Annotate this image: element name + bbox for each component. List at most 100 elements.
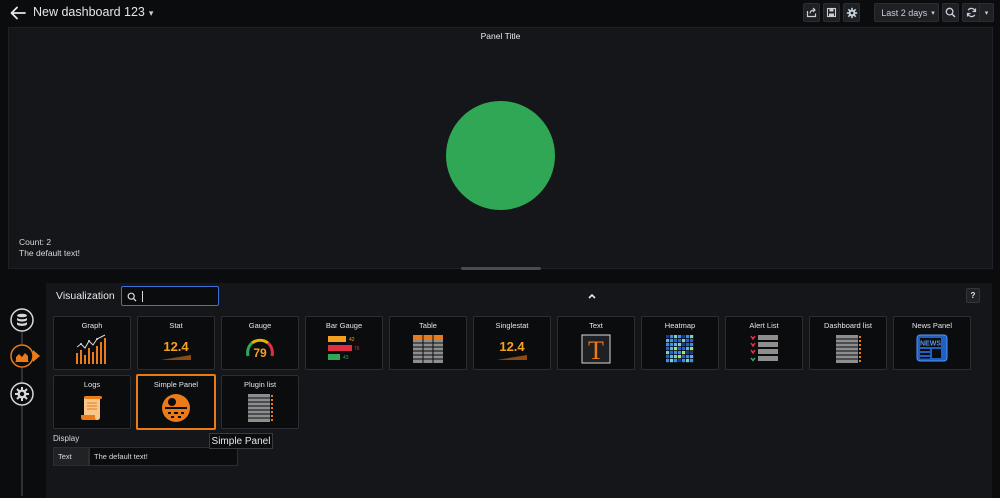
plugin-label: Text	[589, 321, 603, 330]
plugin-card-alert-list[interactable]: Alert List	[725, 316, 803, 370]
queries-tab[interactable]	[10, 308, 34, 332]
heatmap-cell	[686, 351, 690, 355]
panel-default-text: The default text!	[19, 248, 80, 258]
plugin-card-graph[interactable]: Graph	[53, 316, 131, 370]
plugin-card-table[interactable]: Table	[389, 316, 467, 370]
singlestat-icon: 12.4	[495, 337, 529, 363]
singlestat-value-text: 12.4	[499, 339, 525, 354]
visualization-editor: Visualization ? Graph Stat 12.4 Gauge 79…	[46, 283, 992, 498]
graph-icon	[75, 334, 109, 364]
text-cursor	[142, 291, 143, 302]
plugin-card-news-panel[interactable]: News Panel NEWS	[893, 316, 971, 370]
back-arrow-icon[interactable]	[9, 4, 27, 22]
plugin-label: Logs	[83, 380, 101, 389]
heatmap-cell	[670, 339, 674, 343]
text-field-input[interactable]	[89, 447, 238, 466]
visualization-search[interactable]	[121, 286, 219, 306]
plugin-label: Plugin list	[243, 380, 277, 389]
heatmap-cell	[666, 335, 670, 339]
active-tab-indicator	[33, 350, 40, 362]
text-icon: T	[581, 334, 611, 364]
time-range-picker[interactable]: Last 2 days ▾	[874, 3, 939, 22]
chevron-down-icon: ▾	[984, 9, 989, 17]
refresh-icon	[966, 7, 976, 18]
plugin-card-singlestat[interactable]: Singlestat 12.4	[473, 316, 551, 370]
help-button[interactable]: ?	[966, 288, 980, 303]
heatmap-cell	[690, 335, 694, 339]
plugin-label: Stat	[169, 321, 183, 330]
zoom-out-button[interactable]	[942, 3, 959, 22]
plugin-label: Bar Gauge	[325, 321, 363, 330]
heatmap-cell	[682, 347, 686, 351]
text-field-label: Text	[53, 447, 89, 466]
plugin-label: Graph	[81, 321, 103, 330]
heatmap-cell	[682, 335, 686, 339]
heatmap-cell	[690, 355, 694, 359]
plugin-card-plugin-list[interactable]: Plugin list	[221, 375, 299, 429]
heatmap-cell	[682, 339, 686, 343]
panel-title[interactable]: Panel Title	[9, 31, 992, 41]
visualization-heading: Visualization	[56, 290, 115, 302]
plugin-label: Simple Panel	[153, 380, 199, 389]
plugin-label: Dashboard list	[824, 321, 872, 330]
database-icon	[10, 308, 34, 332]
save-icon	[826, 7, 837, 18]
visualization-tab[interactable]	[10, 344, 34, 368]
collapse-chevron-icon[interactable]	[586, 289, 598, 301]
status-circle	[446, 101, 555, 210]
plugin-label: Table	[419, 321, 437, 330]
plugin-card-bar-gauge[interactable]: Bar Gauge 42 76 43	[305, 316, 383, 370]
heatmap-cell	[670, 335, 674, 339]
refresh-button[interactable]	[962, 3, 979, 22]
count-text: Count: 2	[19, 237, 52, 247]
refresh-interval-dropdown[interactable]: ▾	[979, 3, 994, 22]
heatmap-cell	[666, 355, 670, 359]
heatmap-cell	[678, 339, 682, 343]
search-input[interactable]	[141, 289, 217, 304]
heatmap-cell	[670, 359, 674, 363]
plugin-card-simple-panel[interactable]: Simple Panel	[136, 374, 216, 430]
heatmap-cell	[670, 347, 674, 351]
share-button[interactable]	[803, 3, 820, 22]
heatmap-cell	[670, 343, 674, 347]
plugin-label: News Panel	[911, 321, 953, 330]
plugin-label: Alert List	[749, 321, 779, 330]
plugin-card-gauge[interactable]: Gauge 79	[221, 316, 299, 370]
plugin-card-dashboard-list[interactable]: Dashboard list	[809, 316, 887, 370]
plugin-list-icon	[245, 393, 275, 423]
heatmap-cell	[682, 359, 686, 363]
plugin-card-stat[interactable]: Stat 12.4	[137, 316, 215, 370]
heatmap-icon	[665, 334, 695, 364]
heatmap-cell	[678, 351, 682, 355]
heatmap-cell	[674, 335, 678, 339]
heatmap-cell	[690, 343, 694, 347]
save-dashboard-button[interactable]	[823, 3, 840, 22]
dashboard-settings-button[interactable]	[843, 3, 860, 22]
heatmap-cell	[678, 359, 682, 363]
heatmap-cell	[666, 347, 670, 351]
plugin-card-heatmap[interactable]: Heatmap	[641, 316, 719, 370]
heatmap-cell	[690, 351, 694, 355]
news-glyph: NEWS	[920, 341, 941, 348]
heatmap-cell	[686, 335, 690, 339]
plugin-label: Heatmap	[664, 321, 696, 330]
plugin-card-text[interactable]: Text T	[557, 316, 635, 370]
heatmap-cell	[674, 359, 678, 363]
heatmap-cell	[674, 351, 678, 355]
bar-gauge-value-3: 43	[343, 355, 349, 361]
heatmap-cell	[686, 343, 690, 347]
general-settings-tab[interactable]	[10, 382, 34, 406]
heatmap-cell	[674, 355, 678, 359]
heatmap-cell	[678, 355, 682, 359]
heatmap-cell	[678, 343, 682, 347]
dashboard-title[interactable]: New dashboard 123 ▾	[33, 5, 153, 19]
bar-gauge-value-1: 42	[349, 337, 355, 343]
simple-panel-icon	[161, 393, 191, 423]
heatmap-cell	[686, 355, 690, 359]
heatmap-cell	[690, 347, 694, 351]
stat-icon: 12.4	[159, 337, 193, 363]
news-icon: NEWS	[916, 334, 948, 362]
heatmap-cell	[674, 339, 678, 343]
panel-resize-handle[interactable]	[461, 267, 541, 270]
plugin-card-logs[interactable]: Logs	[53, 375, 131, 429]
